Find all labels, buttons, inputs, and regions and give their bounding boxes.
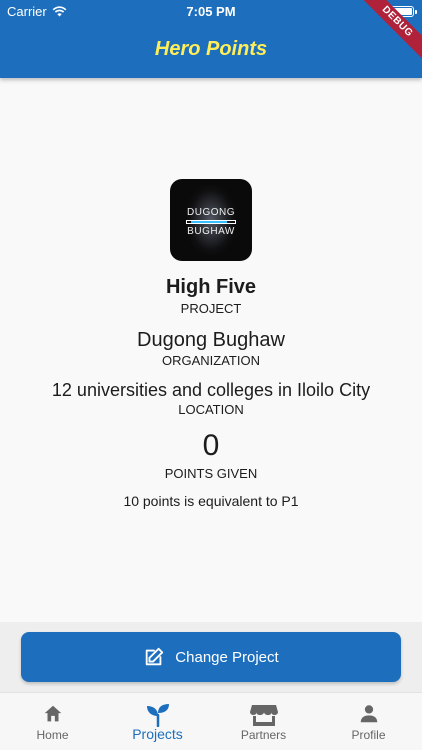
points-value: 0 bbox=[202, 429, 220, 462]
change-project-label: Change Project bbox=[175, 648, 279, 666]
tab-projects[interactable]: Projects bbox=[105, 693, 210, 750]
tab-projects-label: Projects bbox=[132, 726, 183, 742]
logo-syringe bbox=[186, 220, 236, 224]
tab-partners-label: Partners bbox=[240, 728, 287, 742]
storefront-icon bbox=[249, 705, 278, 726]
organization-name: Dugong Bughaw bbox=[137, 329, 285, 351]
logo-text-bottom: BUGHAW bbox=[187, 226, 235, 237]
edit-icon bbox=[146, 647, 164, 666]
app-title: Hero Points bbox=[154, 38, 268, 60]
organization-logo: DUGONG BUGHAW bbox=[170, 179, 252, 261]
tab-home-label: Home bbox=[36, 728, 69, 742]
points-conversion-note: 10 points is equivalent to P1 bbox=[123, 493, 299, 509]
status-bar: Carrier 7:05 PM bbox=[0, 0, 422, 22]
location-name: 12 universities and colleges in Iloilo C… bbox=[51, 380, 371, 400]
project-name: High Five bbox=[165, 276, 256, 298]
sprout-icon bbox=[146, 704, 169, 727]
app-bar: Carrier 7:05 PM Hero Points DEBUG bbox=[0, 0, 422, 78]
organization-label: ORGANIZATION bbox=[162, 353, 260, 368]
person-icon bbox=[360, 705, 377, 723]
change-project-button[interactable]: Change Project bbox=[21, 632, 401, 682]
logo-text-top: DUGONG bbox=[187, 207, 235, 218]
tab-partners[interactable]: Partners bbox=[211, 693, 316, 750]
project-details: DUGONG BUGHAW High Five PROJECT Dugong B… bbox=[0, 78, 422, 622]
location-label: LOCATION bbox=[178, 402, 244, 417]
action-area: Change Project bbox=[0, 622, 422, 692]
project-label: PROJECT bbox=[180, 301, 242, 316]
tab-home[interactable]: Home bbox=[0, 693, 105, 750]
bottom-tab-bar: Home Projects Partners Profile bbox=[0, 692, 422, 750]
home-icon bbox=[44, 705, 61, 722]
clock: 7:05 PM bbox=[186, 4, 236, 19]
tab-profile[interactable]: Profile bbox=[316, 693, 421, 750]
points-label: POINTS GIVEN bbox=[164, 466, 258, 481]
tab-profile-label: Profile bbox=[351, 728, 386, 742]
